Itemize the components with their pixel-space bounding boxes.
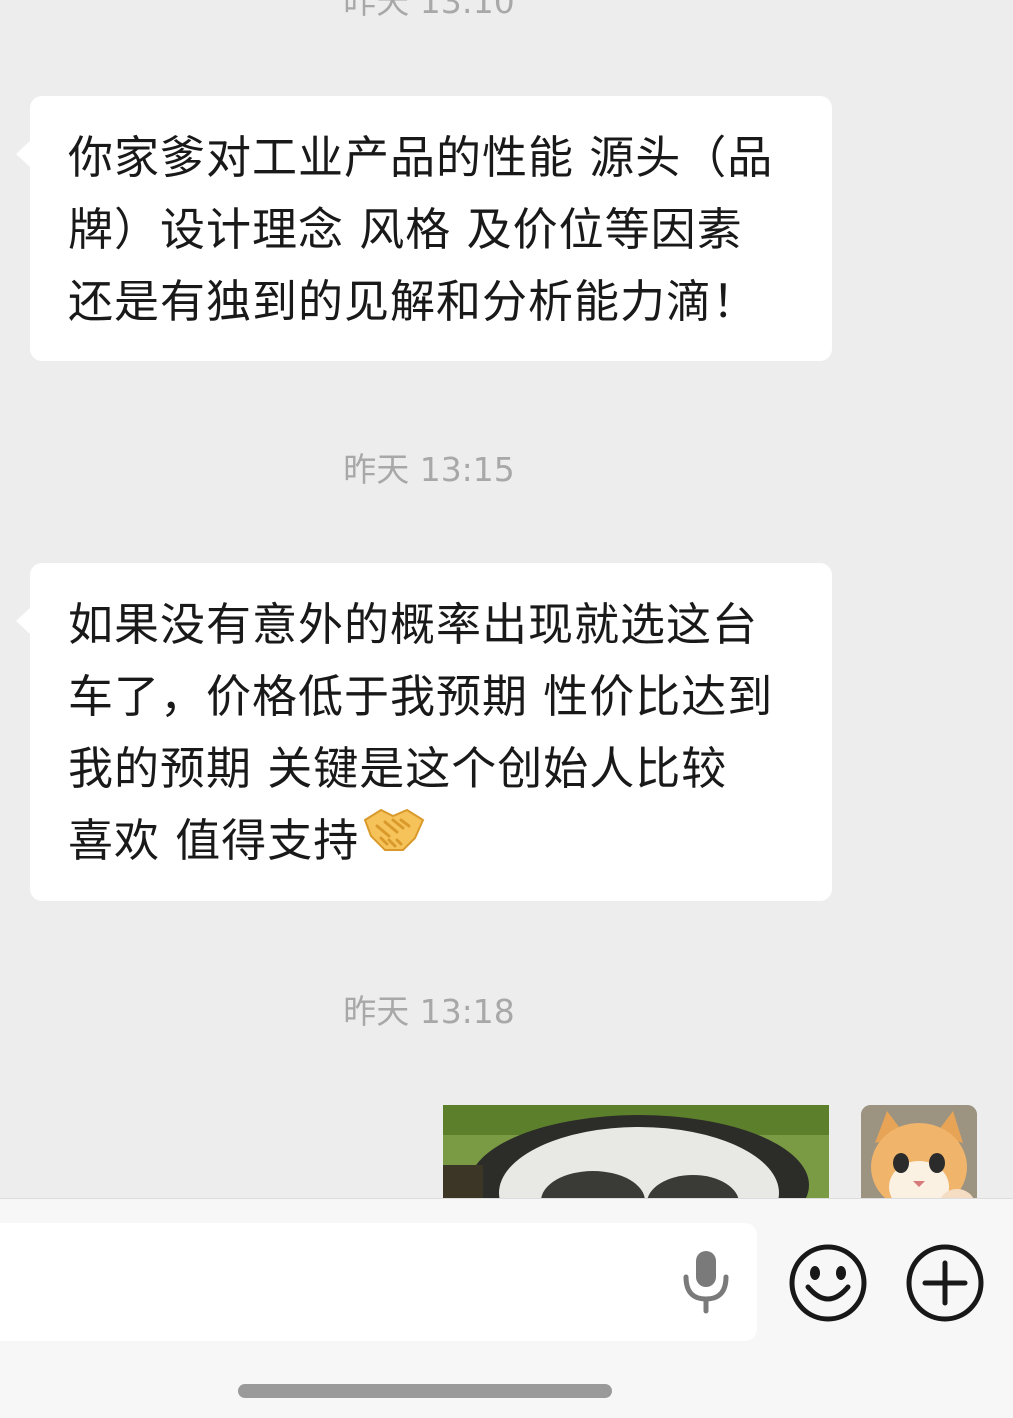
plus-circle-icon[interactable] bbox=[903, 1241, 987, 1325]
timestamp: 昨天 13:15 bbox=[343, 450, 515, 489]
message-input[interactable] bbox=[0, 1223, 757, 1341]
message-text-line: 还是有独到的见解和分析能力滴！ bbox=[68, 275, 759, 328]
message-text-line: 我的预期 关键是这个创始人比较 bbox=[68, 742, 728, 795]
input-bar bbox=[0, 1198, 1013, 1418]
smiley-icon[interactable] bbox=[786, 1241, 870, 1325]
microphone-icon[interactable] bbox=[680, 1249, 732, 1315]
message-text-line: 如果没有意外的概率出现就选这台 bbox=[68, 598, 759, 651]
message-bubble[interactable]: 如果没有意外的概率出现就选这台 车了，价格低于我预期 性价比达到 我的预期 关键… bbox=[16, 563, 832, 901]
handshake-emoji-icon bbox=[363, 804, 425, 877]
home-indicator bbox=[238, 1384, 612, 1398]
timestamp: 昨天 13:10 bbox=[343, 0, 515, 21]
message-text-line: 车了，价格低于我预期 性价比达到 bbox=[68, 670, 774, 723]
message-text: 喜欢 值得支持 bbox=[68, 814, 360, 867]
message-text-line-last: 喜欢 值得支持 bbox=[68, 805, 802, 877]
message-text-line: 你家爹对工业产品的性能 源头（品 bbox=[68, 131, 774, 184]
timestamp: 昨天 13:18 bbox=[343, 992, 515, 1031]
message-text-line: 牌）设计理念 风格 及价位等因素 bbox=[68, 203, 743, 256]
message-bubble[interactable]: 你家爹对工业产品的性能 源头（品 牌）设计理念 风格 及价位等因素 还是有独到的… bbox=[16, 96, 832, 361]
